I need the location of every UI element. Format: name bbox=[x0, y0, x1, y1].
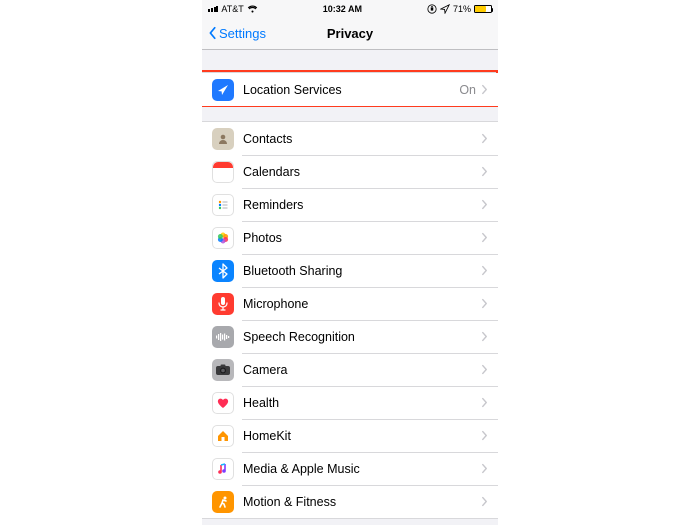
chevron-right-icon bbox=[481, 364, 488, 375]
row-value: On bbox=[459, 83, 476, 97]
settings-row-homekit[interactable]: HomeKit bbox=[202, 419, 498, 452]
chevron-right-icon bbox=[481, 199, 488, 210]
reminders-icon bbox=[212, 194, 234, 216]
settings-row-media[interactable]: Media & Apple Music bbox=[202, 452, 498, 485]
row-label: Contacts bbox=[243, 132, 481, 146]
settings-row-calendars[interactable]: Calendars bbox=[202, 155, 498, 188]
settings-section-2: Contacts Calendars Reminders Photos Bluetoot… bbox=[202, 121, 498, 519]
contacts-icon bbox=[212, 128, 234, 150]
media-icon bbox=[212, 458, 234, 480]
photos-icon bbox=[212, 227, 234, 249]
battery-icon bbox=[474, 5, 492, 13]
rotation-lock-icon bbox=[427, 4, 437, 14]
nav-bar: Settings Privacy bbox=[202, 17, 498, 50]
location-icon bbox=[212, 79, 234, 101]
row-label: Calendars bbox=[243, 165, 481, 179]
chevron-right-icon bbox=[481, 232, 488, 243]
battery-pct-label: 71% bbox=[453, 4, 471, 14]
chevron-right-icon bbox=[481, 265, 488, 276]
row-label: Photos bbox=[243, 231, 481, 245]
motion-icon bbox=[212, 491, 234, 513]
chevron-right-icon bbox=[481, 331, 488, 342]
location-arrow-icon bbox=[440, 4, 450, 14]
chevron-right-icon bbox=[481, 496, 488, 507]
chevron-right-icon bbox=[481, 397, 488, 408]
row-label: Camera bbox=[243, 363, 481, 377]
status-bar: AT&T 10:32 AM 71% bbox=[202, 0, 498, 17]
camera-icon bbox=[212, 359, 234, 381]
carrier-label: AT&T bbox=[221, 4, 243, 14]
row-label: Location Services bbox=[243, 83, 459, 97]
back-label: Settings bbox=[219, 26, 266, 41]
wifi-icon bbox=[247, 5, 258, 13]
status-time: 10:32 AM bbox=[323, 4, 362, 14]
row-label: Reminders bbox=[243, 198, 481, 212]
battery-fill bbox=[475, 6, 486, 12]
homekit-icon bbox=[212, 425, 234, 447]
row-label: Bluetooth Sharing bbox=[243, 264, 481, 278]
chevron-left-icon bbox=[208, 26, 218, 40]
chevron-right-icon bbox=[481, 84, 488, 95]
settings-row-photos[interactable]: Photos bbox=[202, 221, 498, 254]
calendars-icon bbox=[212, 161, 234, 183]
bluetooth-icon bbox=[212, 260, 234, 282]
chevron-right-icon bbox=[481, 463, 488, 474]
settings-row-health[interactable]: Health bbox=[202, 386, 498, 419]
settings-row-contacts[interactable]: Contacts bbox=[202, 122, 498, 155]
settings-row-reminders[interactable]: Reminders bbox=[202, 188, 498, 221]
row-label: Media & Apple Music bbox=[243, 462, 481, 476]
row-label: Speech Recognition bbox=[243, 330, 481, 344]
status-right: 71% bbox=[427, 4, 492, 14]
settings-row-bluetooth[interactable]: Bluetooth Sharing bbox=[202, 254, 498, 287]
chevron-right-icon bbox=[481, 430, 488, 441]
settings-section-1: Location ServicesOn bbox=[202, 72, 498, 107]
settings-row-motion[interactable]: Motion & Fitness bbox=[202, 485, 498, 518]
settings-row-mic[interactable]: Microphone bbox=[202, 287, 498, 320]
speech-icon bbox=[212, 326, 234, 348]
signal-icon bbox=[208, 6, 218, 12]
chevron-right-icon bbox=[481, 166, 488, 177]
row-label: HomeKit bbox=[243, 429, 481, 443]
row-label: Microphone bbox=[243, 297, 481, 311]
settings-row-camera[interactable]: Camera bbox=[202, 353, 498, 386]
chevron-right-icon bbox=[481, 298, 488, 309]
row-label: Motion & Fitness bbox=[243, 495, 481, 509]
health-icon bbox=[212, 392, 234, 414]
mic-icon bbox=[212, 293, 234, 315]
phone-screen: AT&T 10:32 AM 71% Set bbox=[202, 0, 498, 525]
back-button[interactable]: Settings bbox=[208, 26, 266, 41]
settings-row-speech[interactable]: Speech Recognition bbox=[202, 320, 498, 353]
row-label: Health bbox=[243, 396, 481, 410]
settings-row-location[interactable]: Location ServicesOn bbox=[202, 73, 498, 106]
chevron-right-icon bbox=[481, 133, 488, 144]
status-left: AT&T bbox=[208, 4, 258, 14]
